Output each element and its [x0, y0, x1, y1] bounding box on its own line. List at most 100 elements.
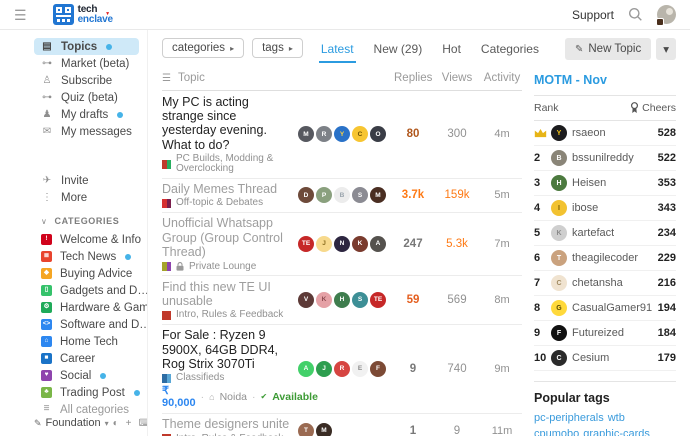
poster-avatar[interactable]: T	[298, 422, 314, 436]
member-avatar[interactable]: C	[551, 350, 567, 366]
member-name[interactable]: Futureized	[572, 327, 624, 339]
replies-count[interactable]: 3.7k	[394, 189, 432, 201]
topic-title[interactable]: Theme designers unite	[162, 417, 292, 431]
poster-avatar[interactable]: A	[298, 360, 314, 377]
status-tag[interactable]: Available	[272, 391, 318, 403]
sidebar-category-item[interactable]: ▯ Gadgets and D…	[34, 282, 147, 299]
activity-column-header[interactable]: Activity	[482, 72, 522, 84]
sidebar-category-item[interactable]: ⚙ Hardware & Gaming	[34, 299, 147, 316]
member-avatar[interactable]: C	[551, 275, 567, 291]
topic-list-icon[interactable]: ☰	[162, 73, 171, 84]
categories-section-header[interactable]: ∨ Categories	[41, 216, 139, 226]
sidebar-category-item[interactable]: ■ Career	[34, 350, 139, 367]
poster-avatar[interactable]: TE	[298, 235, 314, 252]
poster-avatar[interactable]: Y	[334, 126, 350, 143]
topic-category[interactable]: Off-topic & Debates	[162, 198, 292, 208]
tag-link[interactable]: cpumobo	[534, 427, 579, 436]
replies-column-header[interactable]: Replies	[394, 72, 432, 84]
member-avatar[interactable]: Y	[551, 125, 567, 141]
poster-avatar[interactable]: K	[316, 291, 332, 308]
replies-count[interactable]: 1	[394, 425, 432, 436]
sidebar-category-item[interactable]: ◆ Buying Advice	[34, 265, 139, 282]
member-name[interactable]: Cesium	[572, 352, 609, 364]
poster-avatar[interactable]: M	[370, 187, 386, 204]
sidebar-category-item[interactable]: ☰ All categories	[34, 401, 139, 418]
replies-count[interactable]: 247	[394, 238, 432, 250]
chevron-down-icon[interactable]: ▾	[105, 419, 109, 428]
topic-category[interactable]: PC Builds, Modding & Overclocking	[162, 154, 292, 174]
sidebar-category-item[interactable]: ♥ Social	[34, 367, 139, 384]
site-logo[interactable]: tech enclave ▼	[52, 4, 113, 25]
poster-avatar[interactable]: F	[370, 360, 386, 377]
member-avatar[interactable]: T	[551, 250, 567, 266]
topic-title[interactable]: Find this new TE UI unusable	[162, 280, 292, 309]
sidebar-item[interactable]: ♙ Subscribe	[34, 72, 139, 89]
sidebar-category-item[interactable]: ≣ Tech News	[34, 248, 139, 265]
activity-time[interactable]: 8m	[482, 294, 522, 306]
member-name[interactable]: chetansha	[572, 277, 623, 289]
activity-time[interactable]: 11m	[482, 425, 522, 436]
contrast-icon[interactable]: ◐	[113, 418, 119, 429]
member-avatar[interactable]: H	[551, 175, 567, 191]
member-avatar[interactable]: I	[551, 200, 567, 216]
price-tag[interactable]: ₹ 90,000	[162, 385, 196, 409]
poster-avatar[interactable]: N	[334, 235, 350, 252]
activity-time[interactable]: 4m	[482, 128, 522, 140]
sidebar-item[interactable]: ▤ Topics	[34, 38, 139, 55]
sidebar-category-item[interactable]: <> Software and D…	[34, 316, 147, 333]
plus-icon[interactable]: +	[126, 418, 132, 429]
topic-title[interactable]: My PC is acting strange since yesterday …	[162, 95, 292, 153]
poster-avatar[interactable]: A	[370, 235, 386, 252]
topic-title[interactable]: For Sale : Ryzen 9 5900X, 64GB DDR4, Rog…	[162, 328, 292, 371]
member-name[interactable]: bssunilreddy	[572, 152, 634, 164]
member-avatar[interactable]: B	[551, 150, 567, 166]
location-tag[interactable]: Noida	[220, 391, 247, 403]
topic-category[interactable]: Classifieds	[162, 373, 292, 383]
replies-count[interactable]: 59	[394, 294, 432, 306]
member-avatar[interactable]: F	[551, 325, 567, 341]
member-name[interactable]: ibose	[572, 202, 598, 214]
poster-avatar[interactable]: S	[352, 291, 368, 308]
poster-avatar[interactable]: P	[316, 187, 332, 204]
poster-avatar[interactable]: R	[334, 360, 350, 377]
member-name[interactable]: kartefact	[572, 227, 614, 239]
search-icon[interactable]	[628, 7, 643, 22]
sidebar-item[interactable]: ✈ Invite	[34, 172, 139, 189]
poster-avatar[interactable]: O	[370, 126, 386, 143]
poster-avatar[interactable]: B	[334, 187, 350, 204]
poster-avatar[interactable]: M	[316, 422, 332, 436]
nav-tab[interactable]: New (29)	[372, 38, 425, 63]
nav-tab[interactable]: Categories	[479, 38, 541, 63]
sidebar-item[interactable]: ⊶ Quiz (beta)	[34, 89, 139, 106]
support-link[interactable]: Support	[572, 8, 614, 22]
new-topic-dropdown-button[interactable]: ▾	[656, 38, 676, 60]
poster-avatar[interactable]: S	[352, 187, 368, 204]
poster-avatar[interactable]: M	[298, 126, 314, 143]
replies-count[interactable]: 80	[394, 128, 432, 140]
tag-link[interactable]: wtb	[608, 411, 625, 427]
member-avatar[interactable]: G	[551, 300, 567, 316]
poster-avatar[interactable]: TE	[370, 291, 386, 308]
views-column-header[interactable]: Views	[438, 72, 476, 84]
motm-title[interactable]: MOTM - Nov	[534, 73, 676, 87]
poster-avatar[interactable]: R	[316, 126, 332, 143]
member-avatar[interactable]: K	[551, 225, 567, 241]
sidebar-item[interactable]: ⊶ Market (beta)	[34, 55, 139, 72]
member-name[interactable]: theagilecoder	[572, 252, 638, 264]
member-name[interactable]: Heisen	[572, 177, 606, 189]
poster-avatar[interactable]: E	[352, 360, 368, 377]
sidebar-category-item[interactable]: ♣ Trading Post	[34, 384, 140, 401]
topic-title[interactable]: Unofficial Whatsapp Group (Group Control…	[162, 216, 292, 259]
hamburger-menu-icon[interactable]: ☰	[14, 8, 27, 22]
poster-avatar[interactable]: J	[316, 360, 332, 377]
replies-count[interactable]: 9	[394, 363, 432, 375]
poster-avatar[interactable]: J	[316, 235, 332, 252]
activity-time[interactable]: 9m	[482, 363, 522, 375]
sidebar-category-item[interactable]: ! Welcome & Info	[34, 231, 141, 248]
sidebar-category-item[interactable]: ⌂ Home Tech	[34, 333, 139, 350]
tags-filter-dropdown[interactable]: tags ▸	[252, 38, 303, 58]
sidebar-item[interactable]: ♟ My drafts	[34, 106, 139, 123]
user-avatar[interactable]	[656, 5, 676, 26]
theme-selector[interactable]: Foundation	[46, 417, 101, 429]
new-topic-button[interactable]: ✎ New Topic	[564, 38, 652, 60]
